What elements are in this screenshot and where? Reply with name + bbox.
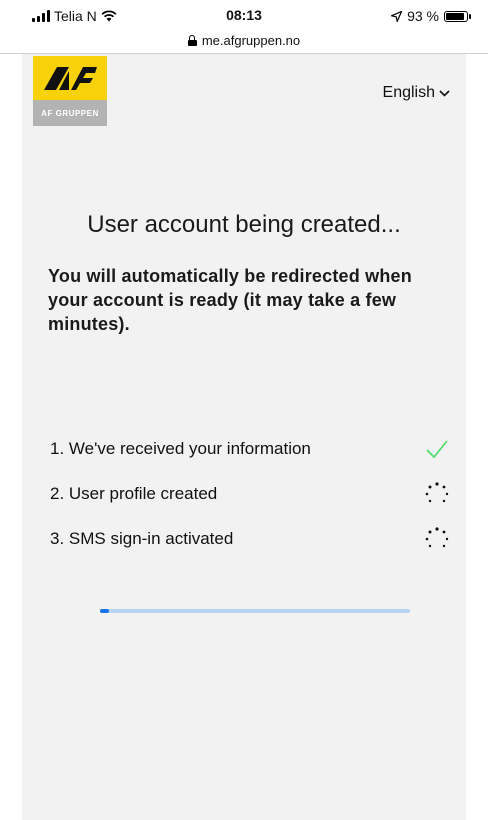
language-label: English bbox=[382, 84, 435, 101]
loading-spinner-icon bbox=[425, 481, 449, 502]
address-bar[interactable]: me.afgruppen.no bbox=[0, 28, 488, 52]
status-bar: Telia N 08:13 93 % bbox=[0, 0, 488, 30]
logo-mark bbox=[33, 56, 107, 100]
language-selector[interactable]: English bbox=[383, 84, 450, 102]
battery-icon bbox=[444, 10, 471, 22]
check-icon bbox=[426, 439, 448, 458]
chevron-down-icon bbox=[439, 89, 450, 97]
loading-spinner-icon bbox=[425, 526, 449, 547]
af-gruppen-logo[interactable]: AF GRUPPEN bbox=[33, 56, 107, 126]
logo-text: AF GRUPPEN bbox=[33, 100, 107, 126]
step-label: 1. We've received your information bbox=[50, 438, 311, 458]
battery-level bbox=[446, 12, 464, 20]
location-arrow-icon bbox=[391, 10, 403, 22]
redirect-message: You will automatically be redirected whe… bbox=[48, 266, 412, 334]
status-right: 93 % bbox=[391, 8, 471, 24]
url-domain: me.afgruppen.no bbox=[201, 32, 301, 48]
battery-percent: 93 % bbox=[407, 8, 439, 24]
lock-icon bbox=[187, 34, 197, 46]
step-item: 1. We've received your information bbox=[50, 426, 450, 471]
af-logo-icon bbox=[44, 67, 97, 90]
step-label: 3. SMS sign-in activated bbox=[50, 528, 234, 548]
step-item: 2. User profile created bbox=[50, 471, 450, 516]
progress-bar bbox=[100, 609, 410, 613]
step-item: 3. SMS sign-in activated bbox=[50, 516, 450, 561]
page-content: AF GRUPPEN English User account being cr… bbox=[22, 54, 466, 820]
page-title: User account being created... bbox=[87, 211, 401, 238]
progress-bar-fill bbox=[100, 609, 110, 613]
step-label: 2. User profile created bbox=[50, 483, 218, 503]
progress-steps: 1. We've received your information 2. Us… bbox=[50, 426, 450, 561]
